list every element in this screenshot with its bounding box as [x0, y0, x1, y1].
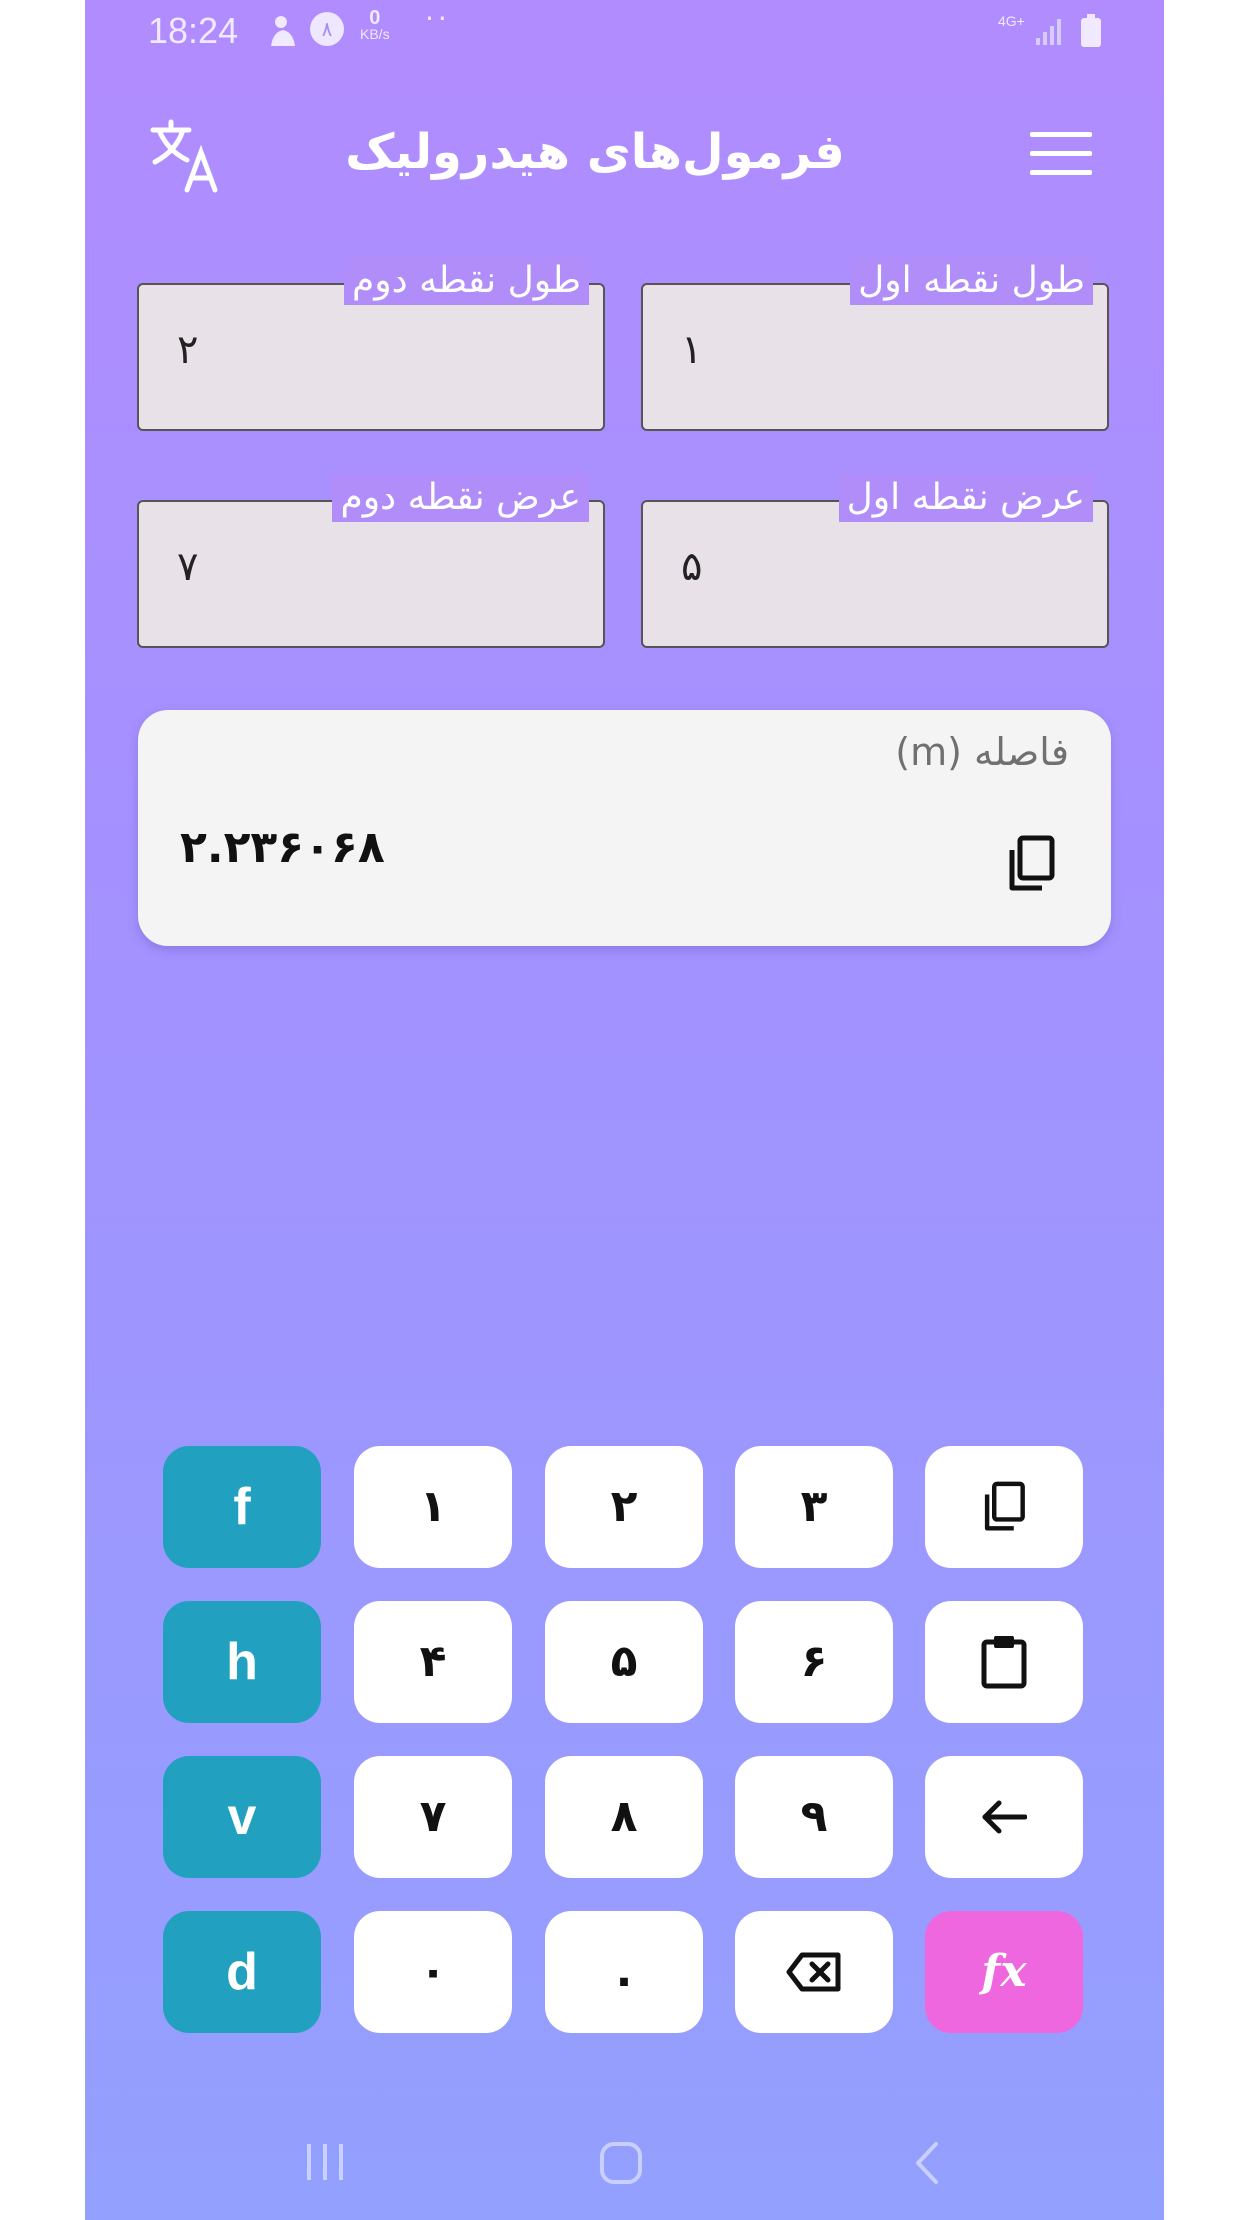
- backspace-icon: [786, 1952, 841, 1992]
- navigation-bar: [85, 2110, 1164, 2220]
- field-value[interactable]: ۲: [177, 327, 198, 373]
- formula-key[interactable]: fx: [925, 1911, 1083, 2033]
- key-0[interactable]: ۰: [354, 1911, 512, 2033]
- field-label: عرض نقطه دوم: [332, 474, 589, 522]
- key-5[interactable]: ۵: [545, 1601, 703, 1723]
- key-9[interactable]: ۹: [735, 1756, 893, 1878]
- notification-icon: [267, 14, 299, 52]
- key-v[interactable]: v: [163, 1756, 321, 1878]
- network-speed: 0 KB/s: [360, 7, 390, 42]
- first-point-width-field[interactable]: عرض نقطه اول ۵: [641, 474, 1109, 648]
- status-time: 18:24: [148, 10, 239, 51]
- field-value[interactable]: ۷: [177, 544, 198, 590]
- first-point-length-field[interactable]: طول نقطه اول ۱: [641, 257, 1109, 431]
- more-notifications: ··: [425, 2, 451, 35]
- second-point-length-field[interactable]: طول نقطه دوم ۲: [137, 257, 605, 431]
- key-3[interactable]: ۳: [735, 1446, 893, 1568]
- field-value[interactable]: ۱: [681, 327, 702, 373]
- key-1[interactable]: ۱: [354, 1446, 512, 1568]
- key-decimal[interactable]: .: [545, 1911, 703, 2033]
- field-label: طول نقطه دوم: [343, 257, 589, 305]
- copy-icon: [984, 1481, 1025, 1531]
- key-f[interactable]: f: [163, 1446, 321, 1568]
- back-icon[interactable]: [912, 2140, 942, 2190]
- key-7[interactable]: ۷: [354, 1756, 512, 1878]
- speed-value: 0: [369, 7, 381, 29]
- arrow-left-key[interactable]: [925, 1756, 1083, 1878]
- app-title: فرمول‌های هیدرولیک: [345, 124, 845, 180]
- field-label: طول نقطه اول: [850, 257, 1093, 305]
- result-value: ۲.۲۳۶۰۶۸: [180, 822, 385, 873]
- key-8[interactable]: ۸: [545, 1756, 703, 1878]
- result-card: فاصله (m) ۲.۲۳۶۰۶۸: [138, 710, 1111, 946]
- home-icon[interactable]: [598, 2140, 644, 2190]
- notification-badge: ٨: [310, 12, 344, 46]
- key-4[interactable]: ۴: [354, 1601, 512, 1723]
- translate-icon[interactable]: [149, 118, 225, 194]
- clipboard-icon: [981, 1636, 1027, 1689]
- key-d[interactable]: d: [163, 1911, 321, 2033]
- key-2[interactable]: ۲: [545, 1446, 703, 1568]
- arrow-left-icon: [982, 1800, 1027, 1834]
- network-type: 4G+: [998, 13, 1025, 29]
- app-screen: 18:24 ٨ 0 KB/s ·· 4G+: [85, 0, 1164, 2220]
- status-bar: 18:24 ٨ 0 KB/s ·· 4G+: [85, 0, 1164, 64]
- field-label: عرض نقطه اول: [838, 474, 1093, 522]
- field-value[interactable]: ۵: [681, 544, 702, 590]
- battery-icon: [1080, 14, 1102, 52]
- key-h[interactable]: h: [163, 1601, 321, 1723]
- copy-key[interactable]: [925, 1446, 1083, 1568]
- menu-icon[interactable]: [1030, 132, 1092, 180]
- backspace-key[interactable]: [735, 1911, 893, 2033]
- paste-key[interactable]: [925, 1601, 1083, 1723]
- signal-icon: [1035, 16, 1065, 50]
- speed-unit: KB/s: [360, 26, 390, 42]
- key-6[interactable]: ۶: [735, 1601, 893, 1723]
- result-label: فاصله (m): [895, 730, 1069, 774]
- recent-apps-icon[interactable]: [303, 2140, 347, 2188]
- copy-icon[interactable]: [1004, 834, 1058, 894]
- second-point-width-field[interactable]: عرض نقطه دوم ۷: [137, 474, 605, 648]
